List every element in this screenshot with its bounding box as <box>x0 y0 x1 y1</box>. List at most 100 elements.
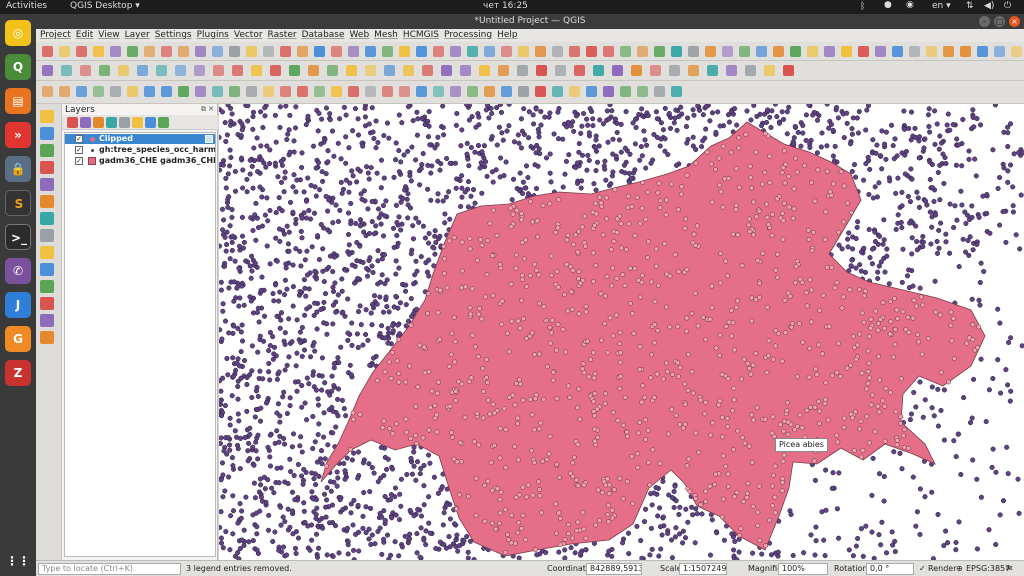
toolbar-tool-icon[interactable] <box>93 46 104 57</box>
toolbar-tool-icon[interactable] <box>110 86 121 97</box>
layer-row-clipped[interactable]: ✓ Clipped <box>65 134 215 144</box>
panel-float-close-icons[interactable]: ⧉ ✕ <box>201 105 214 114</box>
rotation-spinbox[interactable]: 0,0 ° <box>866 563 914 575</box>
toolbar-tool-icon[interactable] <box>722 46 733 57</box>
layers-panel-tool-icon[interactable] <box>119 117 130 128</box>
toolbar-tool-icon[interactable] <box>93 86 104 97</box>
toolbar-tool-icon[interactable] <box>308 65 319 76</box>
menu-vector[interactable]: Vector <box>234 29 263 42</box>
toolbar-tool-icon[interactable] <box>280 86 291 97</box>
files-icon[interactable]: ▤ <box>5 88 31 114</box>
toolbar-tool-icon[interactable] <box>574 65 585 76</box>
toolbar-tool-icon[interactable] <box>161 46 172 57</box>
menu-project[interactable]: Project <box>40 29 71 42</box>
toolbar-tool-icon[interactable] <box>175 65 186 76</box>
toolbar-tool-icon[interactable] <box>764 65 775 76</box>
clock[interactable]: чет 16:25 <box>483 1 528 11</box>
toolbar-tool-icon[interactable] <box>270 65 281 76</box>
toolbar-tool-icon[interactable] <box>790 46 801 57</box>
sublime-text-icon[interactable]: S <box>5 190 31 216</box>
toolbar-tool-icon[interactable] <box>127 86 138 97</box>
viber-icon[interactable]: ✆ <box>5 258 31 284</box>
render-checkbox[interactable]: ✓ <box>919 564 926 573</box>
toolbar-tool-icon[interactable] <box>156 65 167 76</box>
toolbar-tool-icon[interactable] <box>739 46 750 57</box>
toolbar-tool-icon[interactable] <box>745 65 756 76</box>
toolbar-tool-icon[interactable] <box>161 86 172 97</box>
layers-panel-tool-icon[interactable] <box>158 117 169 128</box>
crs-icon[interactable]: ⊕ <box>956 564 963 573</box>
chrome-icon[interactable]: ◎ <box>5 20 31 46</box>
layers-panel-tool-icon[interactable] <box>145 117 156 128</box>
locator-search-input[interactable]: Type to locate (Ctrl+K) <box>38 563 181 575</box>
toolbar-tool-icon[interactable] <box>909 46 920 57</box>
toolbar-tool-icon[interactable] <box>348 46 359 57</box>
toolbar-tool-icon[interactable] <box>943 46 954 57</box>
add-layer-tool-icon[interactable] <box>40 127 54 140</box>
layers-panel-tool-icon[interactable] <box>106 117 117 128</box>
menu-help[interactable]: Help <box>497 29 518 42</box>
toolbar-tool-icon[interactable] <box>59 46 70 57</box>
pdf-tool-icon[interactable]: G <box>5 326 31 352</box>
toolbar-tool-icon[interactable] <box>99 65 110 76</box>
toolbar-tool-icon[interactable] <box>586 86 597 97</box>
minimize-button[interactable]: – <box>979 16 990 27</box>
toolbar-tool-icon[interactable] <box>399 46 410 57</box>
qgis-icon[interactable]: Q <box>5 54 31 80</box>
toolbar-tool-icon[interactable] <box>555 65 566 76</box>
toolbar-tool-icon[interactable] <box>654 46 665 57</box>
toolbar-tool-icon[interactable] <box>331 86 342 97</box>
add-layer-tool-icon[interactable] <box>40 229 54 242</box>
menu-web[interactable]: Web <box>350 29 370 42</box>
toolbar-tool-icon[interactable] <box>637 86 648 97</box>
maximize-button[interactable]: □ <box>994 16 1005 27</box>
coordinate-field[interactable]: 842889,5913664 <box>586 563 642 575</box>
layers-panel-tool-icon[interactable] <box>67 117 78 128</box>
toolbar-tool-icon[interactable] <box>441 65 452 76</box>
toolbar-tool-icon[interactable] <box>297 46 308 57</box>
bluetooth-icon[interactable]: ᛒ <box>860 2 865 12</box>
toolbar-tool-icon[interactable] <box>501 46 512 57</box>
joplin-icon[interactable]: J <box>5 292 31 318</box>
toolbar-tool-icon[interactable] <box>773 46 784 57</box>
menu-mesh[interactable]: Mesh <box>374 29 398 42</box>
toolbar-tool-icon[interactable] <box>517 65 528 76</box>
layer-filter-indicator-icon[interactable] <box>205 135 213 143</box>
layers-panel-tool-icon[interactable] <box>132 117 143 128</box>
activities-button[interactable]: Activities <box>6 1 47 11</box>
zotero-icon[interactable]: Z <box>5 360 31 386</box>
show-applications-icon[interactable]: ⋮⋮ <box>5 548 31 574</box>
toolbar-tool-icon[interactable] <box>824 46 835 57</box>
add-layer-tool-icon[interactable] <box>40 110 54 123</box>
toolbar-tool-icon[interactable] <box>688 65 699 76</box>
toolbar-tool-icon[interactable] <box>994 46 1005 57</box>
messages-icon[interactable]: ✉ <box>1006 564 1013 573</box>
toolbar-tool-icon[interactable] <box>127 46 138 57</box>
toolbar-tool-icon[interactable] <box>875 46 886 57</box>
toolbar-tool-icon[interactable] <box>314 86 325 97</box>
toolbar-tool-icon[interactable] <box>280 46 291 57</box>
vpn-lock-icon[interactable]: 🔒 <box>5 156 31 182</box>
toolbar-tool-icon[interactable] <box>384 65 395 76</box>
toolbar-tool-icon[interactable] <box>892 46 903 57</box>
anydesk-icon[interactable]: » <box>5 122 31 148</box>
toolbar-tool-icon[interactable] <box>586 46 597 57</box>
toolbar-tool-icon[interactable] <box>807 46 818 57</box>
add-layer-tool-icon[interactable] <box>40 212 54 225</box>
toolbar-tool-icon[interactable] <box>433 86 444 97</box>
viber-tray-icon[interactable]: ◉ <box>906 0 914 10</box>
toolbar-tool-icon[interactable] <box>631 65 642 76</box>
toolbar-tool-icon[interactable] <box>612 65 623 76</box>
toolbar-tool-icon[interactable] <box>346 65 357 76</box>
toolbar-tool-icon[interactable] <box>535 86 546 97</box>
toolbar-tool-icon[interactable] <box>314 46 325 57</box>
toolbar-tool-icon[interactable] <box>450 86 461 97</box>
toolbar-tool-icon[interactable] <box>603 86 614 97</box>
layers-panel-tool-icon[interactable] <box>80 117 91 128</box>
layer-row-tree-species[interactable]: ✓ gh:tree_species_occ_harmonized <box>65 145 215 155</box>
toolbar-tool-icon[interactable] <box>80 65 91 76</box>
toolbar-tool-icon[interactable] <box>620 46 631 57</box>
network-icon[interactable]: ⇅ <box>966 1 974 11</box>
toolbar-tool-icon[interactable] <box>42 65 53 76</box>
map-canvas[interactable]: Picea abies <box>219 104 1024 560</box>
